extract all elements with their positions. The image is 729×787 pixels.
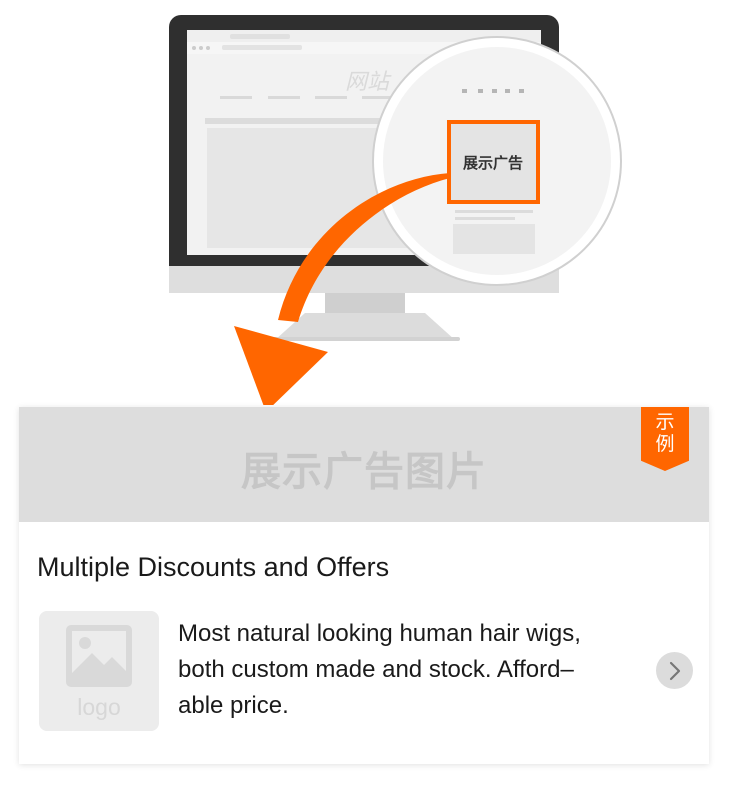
chevron-right-icon bbox=[669, 661, 680, 680]
display-ad-label: 展示广告 bbox=[463, 154, 523, 172]
ad-card[interactable]: 展示广告图片 示 例 Multiple Discounts and Offers… bbox=[19, 407, 709, 764]
site-watermark: 网站 bbox=[345, 70, 392, 95]
sample-badge-char: 示 bbox=[655, 411, 675, 433]
logo-placeholder: logo bbox=[39, 611, 159, 731]
ad-title[interactable]: Multiple Discounts and Offers bbox=[37, 552, 389, 583]
sample-badge: 示 例 bbox=[641, 407, 689, 471]
monitor-illustration: 网站 展示广告 bbox=[169, 15, 622, 405]
more-button[interactable] bbox=[656, 652, 693, 689]
logo-text: logo bbox=[77, 694, 121, 720]
image-placeholder-icon bbox=[66, 625, 132, 687]
ad-description-line: both custom made and stock. Afford– bbox=[178, 656, 574, 683]
banner-text: 展示广告图片 bbox=[241, 448, 487, 495]
sample-badge-char: 例 bbox=[655, 433, 675, 455]
ad-description-line: able price. bbox=[178, 692, 289, 719]
ad-description-line: Most natural looking human hair wigs, bbox=[178, 620, 581, 647]
magnifier: 展示广告 bbox=[372, 36, 622, 286]
ad-banner-image: 展示广告图片 示 例 bbox=[19, 407, 709, 522]
ad-description: Most natural looking human hair wigs, bo… bbox=[178, 616, 653, 724]
